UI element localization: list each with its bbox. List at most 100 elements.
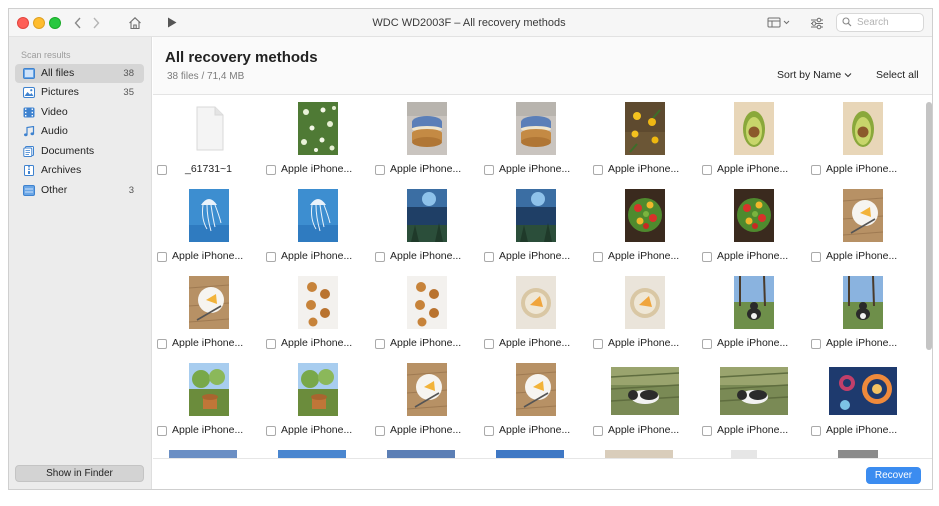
file-checkbox[interactable] (157, 252, 167, 262)
file-checkbox[interactable] (266, 252, 276, 262)
search-field[interactable]: Search (836, 13, 924, 32)
file-item[interactable]: Apple iPhone... (155, 183, 264, 270)
file-item[interactable]: Apple iPhone... (373, 96, 482, 183)
file-item[interactable]: Apple iPhone... (482, 270, 591, 357)
file-checkbox[interactable] (811, 426, 821, 436)
file-checkbox[interactable] (375, 339, 385, 349)
file-thumbnail[interactable] (625, 189, 665, 242)
file-item[interactable]: Apple iPhone... (591, 96, 700, 183)
file-thumbnail[interactable] (189, 363, 229, 416)
file-checkbox[interactable] (593, 339, 603, 349)
sort-button[interactable]: Sort by Name (777, 69, 852, 81)
file-thumbnail[interactable] (720, 367, 788, 415)
file-thumbnail[interactable] (516, 276, 556, 329)
file-checkbox[interactable] (484, 165, 494, 175)
file-item[interactable]: _61731~1 (155, 96, 264, 183)
select-all-button[interactable]: Select all (876, 69, 919, 81)
minimize-window-button[interactable] (33, 17, 45, 29)
file-item[interactable]: Apple iPhone... (700, 270, 809, 357)
scrollbar-thumb[interactable] (926, 102, 932, 350)
file-item[interactable]: Apple iPhone... (482, 183, 591, 270)
file-item[interactable]: Apple iPhone... (809, 183, 918, 270)
file-item[interactable]: Apple iPhone... (373, 270, 482, 357)
file-thumbnail[interactable] (516, 189, 556, 242)
chevron-right-icon[interactable] (89, 13, 103, 33)
file-checkbox[interactable] (375, 165, 385, 175)
close-window-button[interactable] (17, 17, 29, 29)
sidebar-item-documents[interactable]: Documents (15, 142, 144, 161)
file-checkbox[interactable] (266, 426, 276, 436)
file-checkbox[interactable] (593, 252, 603, 262)
file-checkbox[interactable] (484, 339, 494, 349)
file-item[interactable]: Apple iPhone... (373, 183, 482, 270)
file-item[interactable]: Apple iPhone... (155, 357, 264, 444)
file-thumbnail[interactable] (298, 363, 338, 416)
file-checkbox[interactable] (593, 426, 603, 436)
file-checkbox[interactable] (484, 252, 494, 262)
file-checkbox[interactable] (266, 339, 276, 349)
file-item[interactable]: Apple iPhone... (264, 357, 373, 444)
file-item[interactable]: Apple iPhone... (264, 183, 373, 270)
file-checkbox[interactable] (702, 165, 712, 175)
file-thumbnail[interactable] (407, 276, 447, 329)
zoom-window-button[interactable] (49, 17, 61, 29)
file-checkbox[interactable] (375, 252, 385, 262)
file-thumbnail[interactable] (407, 363, 447, 416)
recover-button[interactable]: Recover (866, 467, 921, 484)
file-thumbnail[interactable] (734, 276, 774, 329)
file-thumbnail[interactable] (843, 102, 883, 155)
file-thumbnail[interactable] (843, 189, 883, 242)
file-item[interactable]: Apple iPhone... (482, 357, 591, 444)
file-item[interactable]: Apple iPhone... (809, 357, 918, 444)
file-thumbnail[interactable] (189, 189, 229, 242)
home-icon[interactable] (126, 13, 144, 33)
file-item[interactable]: Apple iPhone... (591, 183, 700, 270)
file-thumbnail[interactable] (625, 276, 665, 329)
file-thumbnail[interactable] (298, 102, 338, 155)
file-checkbox[interactable] (157, 339, 167, 349)
file-checkbox[interactable] (266, 165, 276, 175)
document-icon[interactable] (189, 102, 229, 155)
file-item[interactable]: Apple iPhone... (700, 357, 809, 444)
file-item[interactable]: Apple iPhone... (591, 357, 700, 444)
file-item[interactable]: Apple iPhone... (482, 96, 591, 183)
file-thumbnail[interactable] (189, 276, 229, 329)
file-item[interactable]: Apple iPhone... (155, 270, 264, 357)
filter-icon[interactable] (809, 13, 825, 33)
show-in-finder-button[interactable]: Show in Finder (15, 465, 144, 482)
scrollbar[interactable] (926, 96, 932, 458)
file-checkbox[interactable] (702, 426, 712, 436)
file-checkbox[interactable] (484, 426, 494, 436)
file-checkbox[interactable] (811, 339, 821, 349)
file-item[interactable]: Apple iPhone... (700, 183, 809, 270)
file-thumbnail[interactable] (734, 189, 774, 242)
play-icon[interactable] (165, 13, 179, 33)
file-checkbox[interactable] (811, 165, 821, 175)
file-item[interactable]: Apple iPhone... (809, 96, 918, 183)
sidebar-item-pictures[interactable]: Pictures 35 (15, 83, 144, 102)
file-thumbnail[interactable] (407, 102, 447, 155)
sidebar-item-video[interactable]: Video (15, 103, 144, 122)
file-checkbox[interactable] (811, 252, 821, 262)
file-checkbox[interactable] (702, 339, 712, 349)
sidebar-item-audio[interactable]: Audio (15, 122, 144, 141)
sidebar-item-all-files[interactable]: All files 38 (15, 64, 144, 83)
file-thumbnail[interactable] (611, 367, 679, 415)
file-checkbox[interactable] (702, 252, 712, 262)
view-options-icon[interactable] (766, 13, 792, 33)
chevron-left-icon[interactable] (71, 13, 85, 33)
file-thumbnail[interactable] (734, 102, 774, 155)
file-thumbnail[interactable] (298, 189, 338, 242)
file-item[interactable]: Apple iPhone... (373, 357, 482, 444)
file-checkbox[interactable] (157, 165, 167, 175)
file-item[interactable]: Apple iPhone... (591, 270, 700, 357)
file-checkbox[interactable] (593, 165, 603, 175)
sidebar-item-archives[interactable]: Archives (15, 161, 144, 180)
sidebar-item-other[interactable]: Other 3 (15, 181, 144, 200)
file-item[interactable]: Apple iPhone... (264, 270, 373, 357)
file-thumbnail[interactable] (407, 189, 447, 242)
file-thumbnail[interactable] (843, 276, 883, 329)
file-checkbox[interactable] (375, 426, 385, 436)
file-thumbnail[interactable] (298, 276, 338, 329)
file-thumbnail[interactable] (516, 102, 556, 155)
